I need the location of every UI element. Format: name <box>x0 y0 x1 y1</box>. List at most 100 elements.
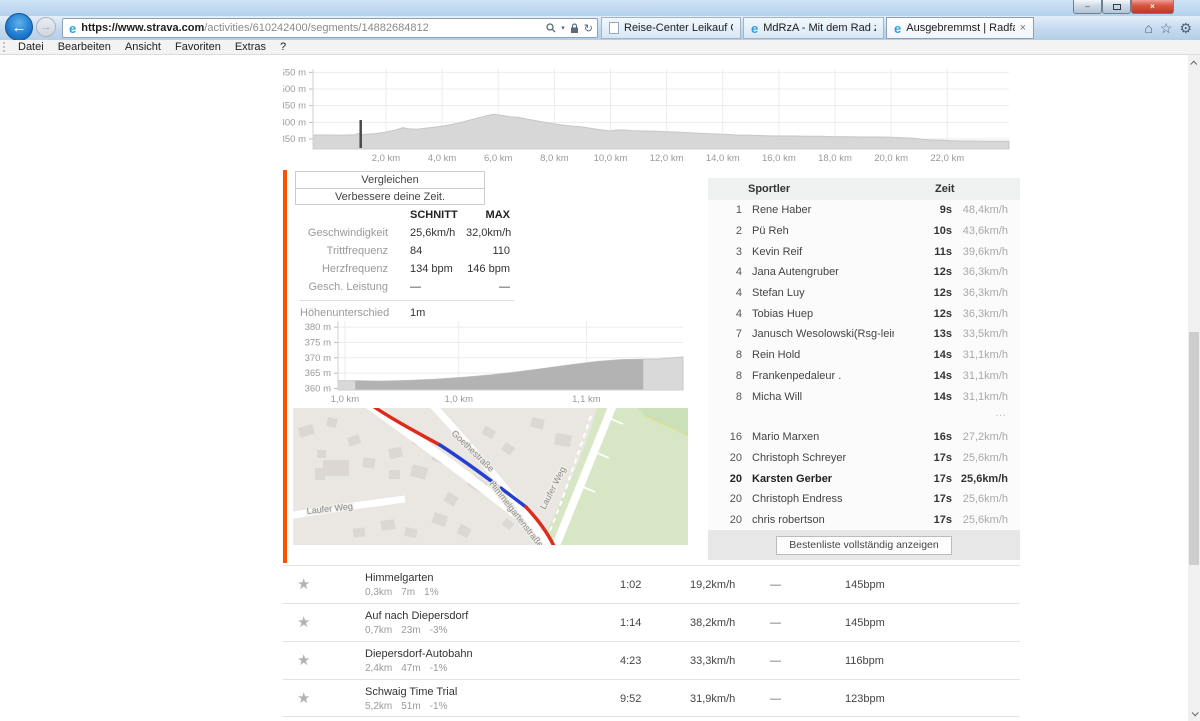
leaderboard-athlete-name[interactable]: Tobias Huep <box>742 308 894 320</box>
segment-time: 1:14 <box>620 617 641 629</box>
leaderboard-athlete-name[interactable]: chris robertson <box>742 514 894 526</box>
star-icon[interactable]: ★ <box>297 613 310 631</box>
star-icon[interactable]: ★ <box>297 651 310 669</box>
minimize-button[interactable]: – <box>1073 0 1102 14</box>
leaderboard-row[interactable]: 4 Tobias Huep 12s 36,3km/h <box>708 303 1020 324</box>
leaderboard-row[interactable]: 4 Jana Autengruber 12s 36,3km/h <box>708 262 1020 283</box>
compare-actions: Vergleichen Verbessere deine Zeit. <box>295 171 485 205</box>
menu-item-favoriten[interactable]: Favoriten <box>168 41 228 53</box>
leaderboard-athlete-name[interactable]: Christoph Schreyer <box>742 452 894 464</box>
leaderboard-time: 13s <box>894 328 952 340</box>
back-button[interactable]: ← <box>5 13 33 41</box>
tools-gear-icon[interactable]: ⚙ <box>1179 18 1192 38</box>
leaderboard-row[interactable]: 8 Frankenpedaleur . 14s 31,1km/h <box>708 366 1020 387</box>
close-icon: × <box>1150 2 1155 11</box>
leaderboard-athlete-name[interactable]: Jana Autengruber <box>742 266 894 278</box>
leaderboard-row[interactable]: 8 Rein Hold 14s 31,1km/h <box>708 345 1020 366</box>
browser-tab[interactable]: e Ausgebremmst | Radfahrt | ... × <box>886 17 1034 39</box>
leaderboard-speed: 31,1km/h <box>952 370 1008 382</box>
leaderboard-rank: 20 <box>708 473 742 485</box>
leaderboard-athlete-name[interactable]: Mario Marxen <box>742 431 894 443</box>
segment-name[interactable]: Diepersdorf-Autobahn <box>365 648 473 660</box>
star-icon[interactable]: ★ <box>297 689 310 707</box>
leaderboard-athlete-name[interactable]: Pü Reh <box>742 225 894 237</box>
favorites-star-icon[interactable]: ☆ <box>1160 18 1173 38</box>
scroll-up-arrow-icon[interactable] <box>1188 55 1200 71</box>
improve-time-button[interactable]: Verbessere deine Zeit. <box>296 188 484 204</box>
search-icon[interactable] <box>546 23 556 33</box>
leaderboard-speed: 25,6km/h <box>952 514 1008 526</box>
stat-avg-value: 84 <box>388 245 466 257</box>
leaderboard-athlete-name[interactable]: Christoph Endress <box>742 493 894 505</box>
show-full-leaderboard-button[interactable]: Bestenliste vollständig anzeigen <box>776 536 951 555</box>
tab-label: Reise-Center Leikauf GmbH <box>624 22 733 34</box>
leaderboard-row[interactable]: 7 Janusch Wesolowski(Rsg-leinburg) 13s 3… <box>708 324 1020 345</box>
leaderboard-row[interactable]: 1 Rene Haber 9s 48,4km/h <box>708 200 1020 221</box>
leaderboard-row[interactable]: 20 Christoph Endress 17s 25,6km/h <box>708 489 1020 510</box>
leaderboard-rank: 8 <box>708 349 742 361</box>
activity-elevation-chart: 550 m500 m450 m400 m350 m2,0 km4,0 km6,0… <box>283 61 1017 173</box>
leaderboard-speed: 33,5km/h <box>952 328 1008 340</box>
segment-stats: 2,4km47m-1% <box>365 663 447 674</box>
maximize-button[interactable] <box>1102 0 1131 14</box>
tab-close-icon[interactable]: × <box>1020 22 1026 34</box>
leaderboard-row[interactable]: 20 Karsten Gerber 17s 25,6km/h <box>708 468 1020 489</box>
address-bar[interactable]: e https://www.strava.com/activities/6102… <box>62 18 598 38</box>
leaderboard-rank: 20 <box>708 514 742 526</box>
segment-row[interactable]: ★ Diepersdorf-Autobahn 2,4km47m-1% 4:23 … <box>283 641 1020 679</box>
maximize-icon <box>1113 4 1121 10</box>
leaderboard-rank: 2 <box>708 225 742 237</box>
scroll-down-arrow-icon[interactable] <box>1188 705 1200 721</box>
leaderboard-athlete-name[interactable]: Micha Will <box>742 391 894 403</box>
segment-row[interactable]: ★ Auf nach Diepersdorf 0,7km23m-3% 1:14 … <box>283 603 1020 641</box>
leaderboard-athlete-name[interactable]: Janusch Wesolowski(Rsg-leinburg) <box>742 328 894 340</box>
menu-item-ansicht[interactable]: Ansicht <box>118 41 168 53</box>
home-icon[interactable]: ⌂ <box>1144 18 1152 38</box>
leaderboard-time: 12s <box>894 308 952 320</box>
leaderboard-athlete-name[interactable]: Kevin Reif <box>742 246 894 258</box>
svg-text:22,0 km: 22,0 km <box>930 153 964 164</box>
leaderboard-athlete-name[interactable]: Frankenpedaleur . <box>742 370 894 382</box>
leaderboard-athlete-name[interactable]: Rene Haber <box>742 204 894 216</box>
compare-button[interactable]: Vergleichen <box>296 172 484 188</box>
leaderboard-athlete-name[interactable]: Rein Hold <box>742 349 894 361</box>
menu-item-[interactable]: ? <box>273 41 293 53</box>
leaderboard-row[interactable]: 20 chris robertson 17s 25,6km/h <box>708 510 1020 531</box>
menu-item-bearbeiten[interactable]: Bearbeiten <box>51 41 118 53</box>
browser-tab[interactable]: e MdRzA - Mit dem Rad zur Arb... <box>743 17 884 39</box>
leaderboard-athlete-name[interactable]: Karsten Gerber <box>742 473 894 485</box>
close-button[interactable]: × <box>1131 0 1174 14</box>
segment-stats: 5,2km51m-1% <box>365 701 447 712</box>
stat-max-value: — <box>466 281 510 293</box>
browser-tab[interactable]: Reise-Center Leikauf GmbH <box>601 17 741 39</box>
menu-grip-handle[interactable] <box>3 42 6 52</box>
segment-name[interactable]: Schwaig Time Trial <box>365 686 457 698</box>
refresh-icon[interactable]: ↻ <box>584 22 593 35</box>
leaderboard-athlete-name[interactable]: Stefan Luy <box>742 287 894 299</box>
vertical-scrollbar[interactable] <box>1188 55 1200 721</box>
leaderboard-row[interactable]: 16 Mario Marxen 16s 27,2km/h <box>708 427 1020 448</box>
ie-favicon: e <box>69 22 76 35</box>
segment-row[interactable]: ★ Himmelgarten 0,3km7m1% 1:02 19,2km/h —… <box>283 565 1020 603</box>
forward-arrow-icon: → <box>41 21 52 33</box>
menu-item-extras[interactable]: Extras <box>228 41 273 53</box>
leaderboard-rank: 4 <box>708 266 742 278</box>
scrollbar-thumb[interactable] <box>1189 332 1199 565</box>
segment-name[interactable]: Himmelgarten <box>365 572 433 584</box>
segment-map[interactable]: Goethestraße Laufer Weg Himmelgartenstra… <box>293 408 688 545</box>
search-dropdown-caret-icon[interactable]: ▾ <box>561 24 565 32</box>
leaderboard-row[interactable]: 4 Stefan Luy 12s 36,3km/h <box>708 283 1020 304</box>
leaderboard-row[interactable]: 8 Micha Will 14s 31,1km/h <box>708 386 1020 407</box>
ie-logo-icon: e <box>894 22 901 35</box>
page-viewport: 550 m500 m450 m400 m350 m2,0 km4,0 km6,0… <box>0 55 1188 721</box>
leaderboard-row[interactable]: 3 Kevin Reif 11s 39,6km/h <box>708 241 1020 262</box>
forward-button[interactable]: → <box>36 17 56 37</box>
leaderboard-row[interactable]: 20 Christoph Schreyer 17s 25,6km/h <box>708 448 1020 469</box>
menu-item-datei[interactable]: Datei <box>11 41 51 53</box>
star-icon[interactable]: ★ <box>297 575 310 593</box>
segment-row[interactable]: ★ Schwaig Time Trial 5,2km51m-1% 9:52 31… <box>283 679 1020 717</box>
segment-name[interactable]: Auf nach Diepersdorf <box>365 610 468 622</box>
window-titlebar[interactable]: –× <box>0 0 1200 16</box>
url-text[interactable]: https://www.strava.com/activities/610242… <box>81 22 546 34</box>
leaderboard-row[interactable]: 2 Pü Reh 10s 43,6km/h <box>708 221 1020 242</box>
